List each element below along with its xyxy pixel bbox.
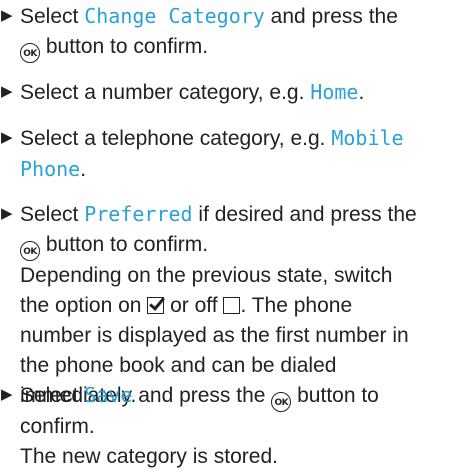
bullet-icon: ▶: [1, 386, 13, 403]
step-change-category: ▶ Select Change Category and press the O…: [0, 1, 466, 63]
checkbox-empty-icon: [223, 297, 241, 314]
step-telephone-category: ▶ Select a telephone category, e.g. Mobi…: [0, 123, 466, 185]
instruction-page: ▶ Select Change Category and press the O…: [0, 0, 466, 473]
bullet-icon: ▶: [1, 7, 13, 24]
bullet-icon: ▶: [1, 83, 13, 100]
step-number-category: ▶ Select a number category, e.g. Home.: [0, 77, 466, 108]
step-text: Select a number category, e.g. Home.: [20, 80, 365, 104]
step-text: Select a telephone category, e.g. Mobile…: [20, 126, 404, 181]
menu-item-phone: Phone: [20, 157, 81, 181]
bullet-icon: ▶: [1, 129, 13, 146]
menu-item-change-category: Change Category: [84, 4, 265, 28]
menu-item-home: Home: [310, 80, 359, 104]
bullet-icon: ▶: [1, 205, 13, 222]
menu-item-preferred: Preferred: [84, 202, 193, 226]
menu-item-mobile: Mobile: [331, 126, 404, 150]
result-note: The new category is stored.: [20, 445, 278, 468]
step-text: Select Change Category and press the OK …: [20, 1, 460, 63]
ok-button-icon: OK: [271, 392, 292, 412]
checkbox-checked-icon: [147, 297, 165, 314]
ok-button-icon: OK: [20, 241, 40, 261]
step-save: ▶ Select Save and press the OK button to…: [0, 380, 466, 472]
ok-button-icon: OK: [20, 43, 40, 63]
step-text: Select Save and press the OK button to c…: [20, 383, 379, 468]
menu-item-save: Save: [84, 383, 133, 407]
